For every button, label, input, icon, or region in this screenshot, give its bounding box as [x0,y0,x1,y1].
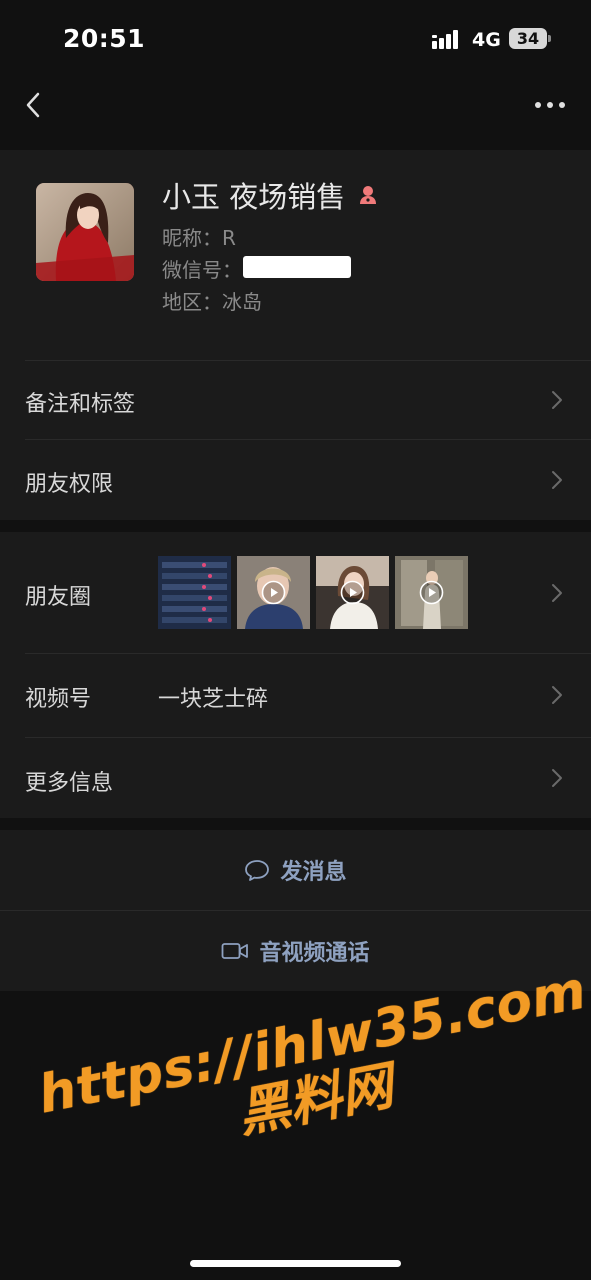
profile-card: 小玉 夜场销售 昵称：R 微信号： 地区：冰岛 [0,150,591,360]
wechat-id-label: 微信号： [162,258,242,282]
moments-thumbnail [237,556,310,629]
details-group: 朋友圈 视频号 一块芝士碎 更多信息 [0,532,591,818]
play-icon [340,580,365,605]
back-button[interactable] [20,90,50,120]
moments-label: 朋友圈 [25,585,92,610]
nickname-text: 昵称：R [162,226,236,250]
avatar[interactable] [36,183,134,281]
chevron-left-icon [26,92,40,118]
contact-name: 小玉 夜场销售 [162,180,346,214]
moments-thumbnail [316,556,389,629]
name-row: 小玉 夜场销售 [162,175,379,215]
remarks-tags-label: 备注和标签 [25,392,136,417]
cellular-signal-icon [432,29,464,49]
battery-icon: 34 [509,28,547,49]
moments-thumbnail [395,556,468,629]
battery-tip [548,35,551,42]
action-group: 发消息 音视频通话 [0,830,591,991]
female-icon [360,186,377,204]
more-options-button[interactable] [533,94,567,116]
friend-permissions-label: 朋友权限 [25,472,114,497]
watermark: https://ihlw35.com 黑料网 [34,960,591,1178]
video-camera-icon [222,943,249,959]
more-dots-icon [535,102,565,108]
more-info-label: 更多信息 [25,771,114,796]
wechat-id-redacted [243,256,351,278]
send-message-button[interactable]: 发消息 [0,830,591,910]
channels-row[interactable]: 视频号 一块芝士碎 [0,654,591,737]
chevron-right-icon [552,769,562,787]
chevron-right-icon [552,686,562,704]
chevron-right-icon [552,391,562,409]
play-icon [261,580,286,605]
more-info-row[interactable]: 更多信息 [0,738,591,818]
moments-row[interactable]: 朋友圈 [0,532,591,653]
send-message-label: 发消息 [280,860,347,885]
region-text: 地区：冰岛 [162,290,262,314]
channels-value: 一块芝士碎 [158,687,269,712]
status-bar: 20:51 4G 34 [0,0,591,80]
chevron-right-icon [552,471,562,489]
friend-permissions-row[interactable]: 朋友权限 [0,440,591,520]
home-indicator[interactable] [190,1260,401,1267]
play-icon [419,580,444,605]
chevron-right-icon [552,584,562,602]
settings-group: 备注和标签 朋友权限 [0,360,591,520]
voice-video-call-label: 音视频通话 [259,941,370,966]
moments-thumbnail [158,556,231,629]
remarks-tags-row[interactable]: 备注和标签 [0,360,591,440]
chat-bubble-icon [245,860,270,881]
network-type: 4G [472,29,501,51]
nav-bar [0,80,591,130]
channels-label: 视频号 [25,687,92,712]
clock: 20:51 [63,24,146,53]
